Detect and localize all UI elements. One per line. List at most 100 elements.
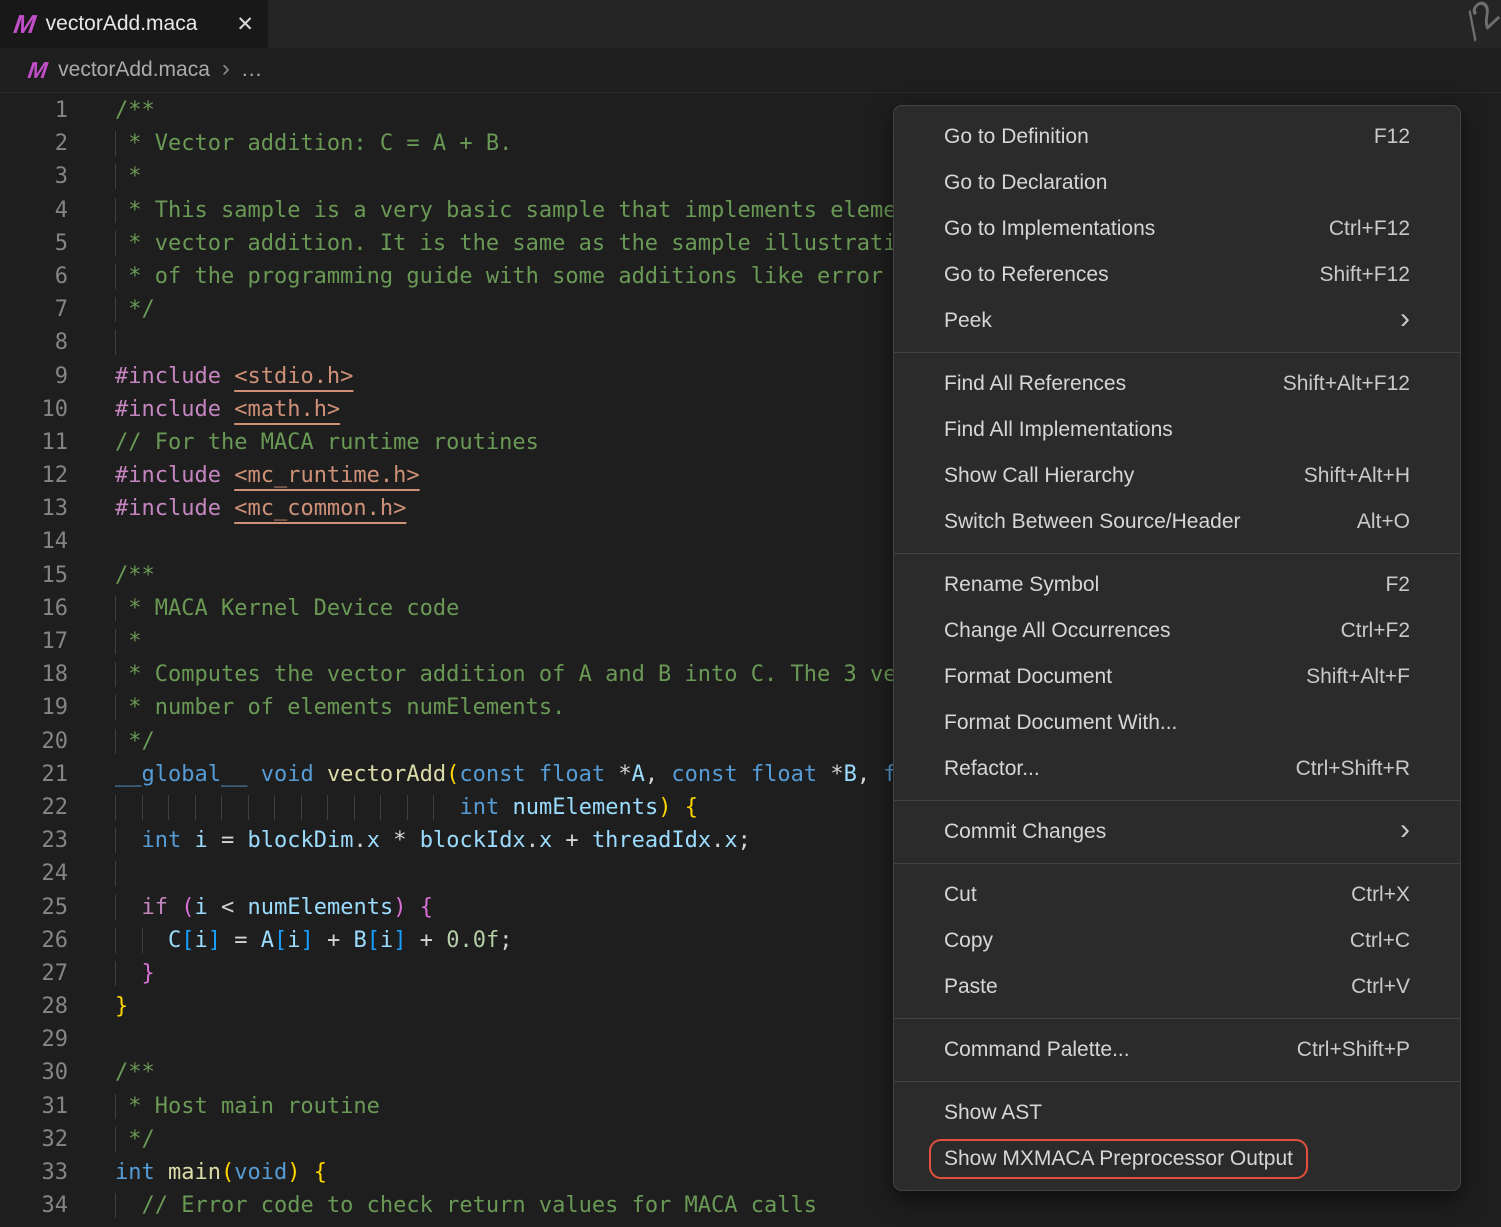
code-text: int main(void) { (115, 1156, 327, 1189)
line-number: 18 (0, 658, 68, 691)
menu-item-label: Find All Implementations (944, 418, 1173, 442)
indent-guide (301, 795, 328, 820)
indent-guide (115, 928, 142, 953)
menu-item-find-all-implementations[interactable]: Find All Implementations (894, 407, 1460, 453)
code-text: * (115, 160, 142, 193)
line-number: 13 (0, 492, 68, 525)
menu-item-copy[interactable]: CopyCtrl+C (894, 918, 1460, 964)
chevron-right-icon: › (222, 57, 230, 84)
menu-item-command-palette[interactable]: Command Palette...Ctrl+Shift+P (894, 1027, 1460, 1073)
menu-item-label: Refactor... (944, 757, 1040, 781)
menu-item-label: Format Document With... (944, 711, 1177, 735)
code-line[interactable]: 34 // Error code to check return values … (0, 1189, 1501, 1222)
menu-item-show-call-hierarchy[interactable]: Show Call HierarchyShift+Alt+H (894, 453, 1460, 499)
menu-item-find-all-references[interactable]: Find All ReferencesShift+Alt+F12 (894, 361, 1460, 407)
breadcrumb[interactable]: M vectorAdd.maca › ... (0, 48, 1501, 93)
code-text: * Vector addition: C = A + B. (115, 127, 512, 160)
menu-shortcut: Ctrl+Shift+R (1296, 757, 1410, 781)
menu-section: Command Palette...Ctrl+Shift+P (894, 1019, 1460, 1081)
menu-item-cut[interactable]: CutCtrl+X (894, 872, 1460, 918)
menu-section: Rename SymbolF2Change All OccurrencesCtr… (894, 554, 1460, 800)
indent-guide (115, 961, 142, 986)
menu-item-show-ast[interactable]: Show AST (894, 1090, 1460, 1136)
line-number: 15 (0, 559, 68, 592)
menu-shortcut: Ctrl+Shift+P (1297, 1038, 1410, 1062)
menu-item-show-mxmaca-preprocessor-output[interactable]: Show MXMACA Preprocessor Output (894, 1136, 1460, 1182)
breadcrumb-file[interactable]: vectorAdd.maca (58, 58, 210, 82)
menu-item-paste[interactable]: PasteCtrl+V (894, 964, 1460, 1010)
menu-item-label: Rename Symbol (944, 573, 1099, 597)
indent-guide (115, 629, 128, 654)
menu-shortcut: Shift+Alt+F (1306, 665, 1410, 689)
indent-guide (380, 795, 407, 820)
menu-item-commit-changes[interactable]: Commit Changes› (894, 809, 1460, 855)
code-text: /** (115, 559, 155, 592)
menu-shortcut: Alt+O (1357, 510, 1410, 534)
indent-guide (142, 795, 169, 820)
menu-item-format-document-with[interactable]: Format Document With... (894, 700, 1460, 746)
line-number: 6 (0, 260, 68, 293)
line-number: 20 (0, 725, 68, 758)
indent-guide (115, 1094, 128, 1119)
code-text: * of the programming guide with some add… (115, 260, 1016, 293)
line-number: 25 (0, 891, 68, 924)
line-number: 28 (0, 990, 68, 1023)
menu-item-go-to-implementations[interactable]: Go to ImplementationsCtrl+F12 (894, 206, 1460, 252)
line-number: 3 (0, 160, 68, 193)
code-text: #include <math.h> (115, 393, 340, 426)
line-number: 11 (0, 426, 68, 459)
close-icon[interactable]: ✕ (236, 12, 254, 37)
line-number: 2 (0, 127, 68, 160)
code-text: C[i] = A[i] + B[i] + 0.0f; (115, 924, 512, 957)
menu-item-go-to-declaration[interactable]: Go to Declaration (894, 160, 1460, 206)
indent-guide (115, 895, 142, 920)
menu-item-label: Go to Definition (944, 125, 1089, 149)
menu-item-switch-between-source-header[interactable]: Switch Between Source/HeaderAlt+O (894, 499, 1460, 545)
menu-item-refactor[interactable]: Refactor... Ctrl+Shift+R (894, 746, 1460, 792)
indent-guide (115, 695, 128, 720)
line-number: 8 (0, 326, 68, 359)
menu-item-label: Go to Implementations (944, 217, 1155, 241)
breadcrumb-more[interactable]: ... (242, 58, 263, 82)
code-text (115, 857, 128, 890)
code-text: } (115, 990, 128, 1023)
line-number: 34 (0, 1189, 68, 1222)
tab-vectoradd-maca[interactable]: M vectorAdd.maca ✕ (0, 0, 268, 48)
line-number: 32 (0, 1123, 68, 1156)
code-text: * (115, 625, 142, 658)
indent-guide (327, 795, 354, 820)
tab-strip (268, 0, 1501, 48)
indent-guide (115, 729, 128, 754)
line-number: 10 (0, 393, 68, 426)
menu-shortcut: F12 (1374, 125, 1410, 149)
menu-item-label: Show MXMACA Preprocessor Output (929, 1139, 1308, 1179)
line-number: 30 (0, 1056, 68, 1089)
menu-item-go-to-references[interactable]: Go to ReferencesShift+F12 (894, 252, 1460, 298)
indent-guide (115, 198, 128, 223)
menu-item-label: Commit Changes (944, 820, 1106, 844)
menu-item-peek[interactable]: Peek› (894, 298, 1460, 344)
indent-guide (115, 596, 128, 621)
code-text: } (115, 957, 155, 990)
indent-guide (195, 795, 222, 820)
indent-guide (115, 264, 128, 289)
line-number: 29 (0, 1023, 68, 1056)
line-number: 14 (0, 525, 68, 558)
code-text: #include <mc_common.h> (115, 492, 406, 525)
menu-item-change-all-occurrences[interactable]: Change All OccurrencesCtrl+F2 (894, 608, 1460, 654)
indent-guide (115, 131, 128, 156)
menu-item-format-document[interactable]: Format DocumentShift+Alt+F (894, 654, 1460, 700)
menu-item-rename-symbol[interactable]: Rename SymbolF2 (894, 562, 1460, 608)
menu-item-label: Cut (944, 883, 977, 907)
menu-item-go-to-definition[interactable]: Go to Definition F12 (894, 114, 1460, 160)
menu-item-label: Find All References (944, 372, 1126, 396)
code-text: // Error code to check return values for… (115, 1189, 817, 1222)
line-number: 19 (0, 691, 68, 724)
menu-item-label: Peek (944, 309, 992, 333)
code-text: * Host main routine (115, 1090, 380, 1123)
line-number: 22 (0, 791, 68, 824)
line-number: 12 (0, 459, 68, 492)
indent-guide (221, 795, 248, 820)
indent-guide (115, 297, 128, 322)
menu-shortcut: Ctrl+C (1350, 929, 1410, 953)
